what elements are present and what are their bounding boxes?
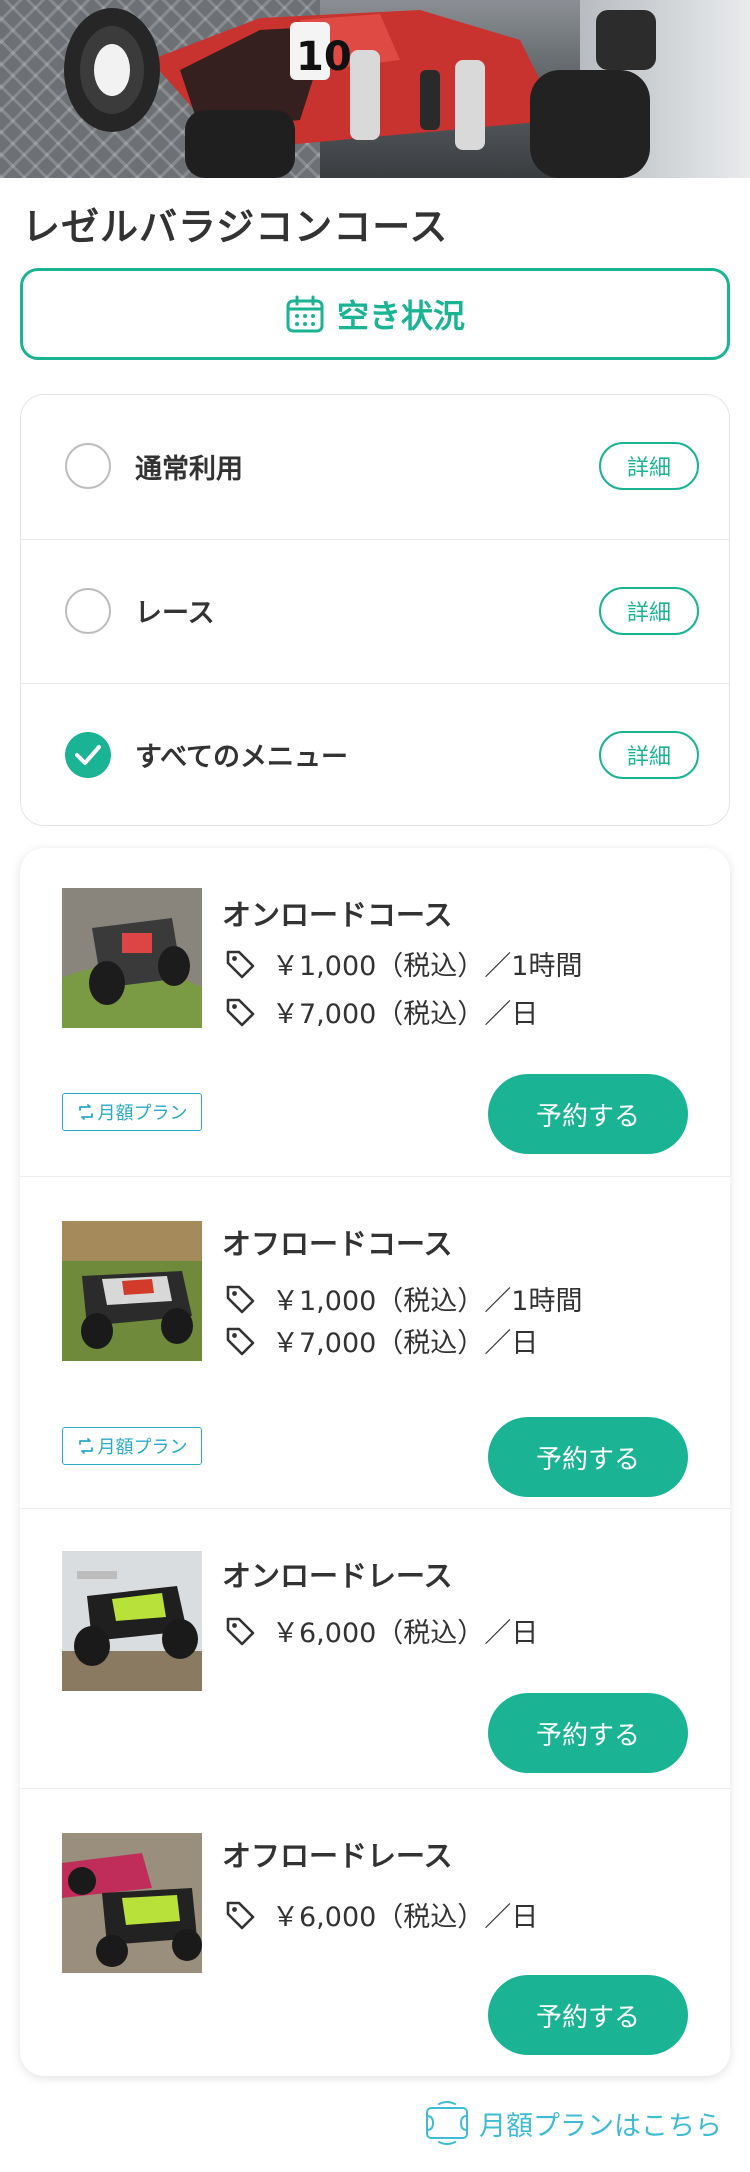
- detail-button[interactable]: 詳細: [599, 586, 699, 635]
- menu-filter-card: 通常利用 詳細 レース 詳細 すべてのメニュー 詳細: [20, 394, 730, 826]
- monthly-plan-link-label: 月額プランはこちら: [479, 2110, 722, 2142]
- monthly-plan-label: 月額プラン: [97, 1437, 188, 1458]
- menu-item: オフロードコース ￥1,000（税込）／1時間 ￥7,000（税込）／日 月額プ…: [20, 1176, 730, 1508]
- filter-option-race[interactable]: レース 詳細: [21, 539, 729, 681]
- check-icon: [75, 744, 101, 765]
- monthly-plan-icon: [426, 2101, 468, 2145]
- filter-label: 通常利用: [135, 453, 243, 485]
- price-tag-icon: [226, 1617, 255, 1645]
- menu-item: オンロードレース ￥6,000（税込）／日 予約する: [20, 1508, 730, 1788]
- reserve-button[interactable]: 予約する: [488, 1693, 688, 1773]
- radio-checked-icon[interactable]: [65, 731, 111, 778]
- price-row: ￥1,000（税込）／1時間: [224, 1279, 582, 1318]
- filter-option-normal[interactable]: 通常利用 詳細: [21, 395, 729, 537]
- availability-label: 空き状況: [336, 297, 465, 335]
- repeat-icon: [78, 1438, 93, 1454]
- filter-option-all[interactable]: すべてのメニュー 詳細: [21, 683, 729, 825]
- reserve-button[interactable]: 予約する: [488, 1417, 688, 1497]
- monthly-plan-badge[interactable]: 月額プラン: [62, 1427, 202, 1465]
- menu-thumbnail: [62, 888, 202, 1028]
- repeat-icon: [78, 1104, 93, 1120]
- reserve-button[interactable]: 予約する: [488, 1975, 688, 2055]
- price-row: ￥7,000（税込）／日: [224, 1321, 538, 1360]
- hero-image: 10: [0, 0, 750, 178]
- price-row: ￥6,000（税込）／日: [224, 1611, 538, 1650]
- menu-list-card: オンロードコース ￥1,000（税込）／1時間 ￥7,000（税込）／日 月額プ…: [20, 848, 730, 2076]
- menu-item-name: オフロードコース: [222, 1227, 453, 1261]
- radio-unchecked-icon[interactable]: [65, 443, 111, 489]
- price-row: ￥7,000（税込）／日: [224, 992, 538, 1031]
- venue-title: レゼルバラジコンコース: [22, 205, 449, 249]
- menu-item: オフロードレース ￥6,000（税込）／日 予約する: [20, 1788, 730, 2076]
- price-tag-icon: [226, 1285, 255, 1313]
- menu-item: オンロードコース ￥1,000（税込）／1時間 ￥7,000（税込）／日 月額プ…: [20, 848, 730, 1176]
- filter-label: すべてのメニュー: [135, 742, 349, 773]
- menu-item-name: オンロードコース: [222, 898, 453, 932]
- price-text: ￥1,000（税込）／1時間: [272, 1286, 583, 1317]
- price-text: ￥6,000（税込）／日: [272, 1618, 539, 1649]
- monthly-plan-label: 月額プラン: [97, 1103, 188, 1124]
- price-tag-icon: [226, 998, 255, 1026]
- price-tag-icon: [226, 950, 255, 978]
- svg-text:10: 10: [296, 34, 352, 80]
- detail-button[interactable]: 詳細: [599, 442, 699, 490]
- price-text: ￥6,000（税込）／日: [272, 1902, 539, 1933]
- reserve-button[interactable]: 予約する: [488, 1074, 688, 1154]
- price-tag-icon: [226, 1901, 255, 1929]
- menu-thumbnail: [62, 1551, 202, 1691]
- price-text: ￥1,000（税込）／1時間: [272, 951, 583, 982]
- price-tag-icon: [226, 1327, 255, 1355]
- calendar-icon: [286, 295, 324, 333]
- monthly-plan-badge[interactable]: 月額プラン: [62, 1093, 202, 1131]
- filter-label: レース: [135, 598, 215, 629]
- menu-item-name: オンロードレース: [222, 1559, 453, 1593]
- price-row: ￥6,000（税込）／日: [224, 1895, 538, 1934]
- rc-car-illustration: 10: [64, 8, 656, 178]
- menu-thumbnail: [62, 1221, 202, 1361]
- price-text: ￥7,000（税込）／日: [272, 1328, 539, 1359]
- monthly-plan-link[interactable]: 月額プランはこちら: [423, 2100, 722, 2146]
- radio-unchecked-icon[interactable]: [65, 587, 111, 634]
- menu-item-name: オフロードレース: [222, 1839, 453, 1873]
- menu-thumbnail: [62, 1833, 202, 1973]
- availability-button[interactable]: 空き状況: [20, 268, 730, 360]
- detail-button[interactable]: 詳細: [599, 730, 699, 779]
- price-row: ￥1,000（税込）／1時間: [224, 944, 582, 983]
- price-text: ￥7,000（税込）／日: [272, 999, 539, 1030]
